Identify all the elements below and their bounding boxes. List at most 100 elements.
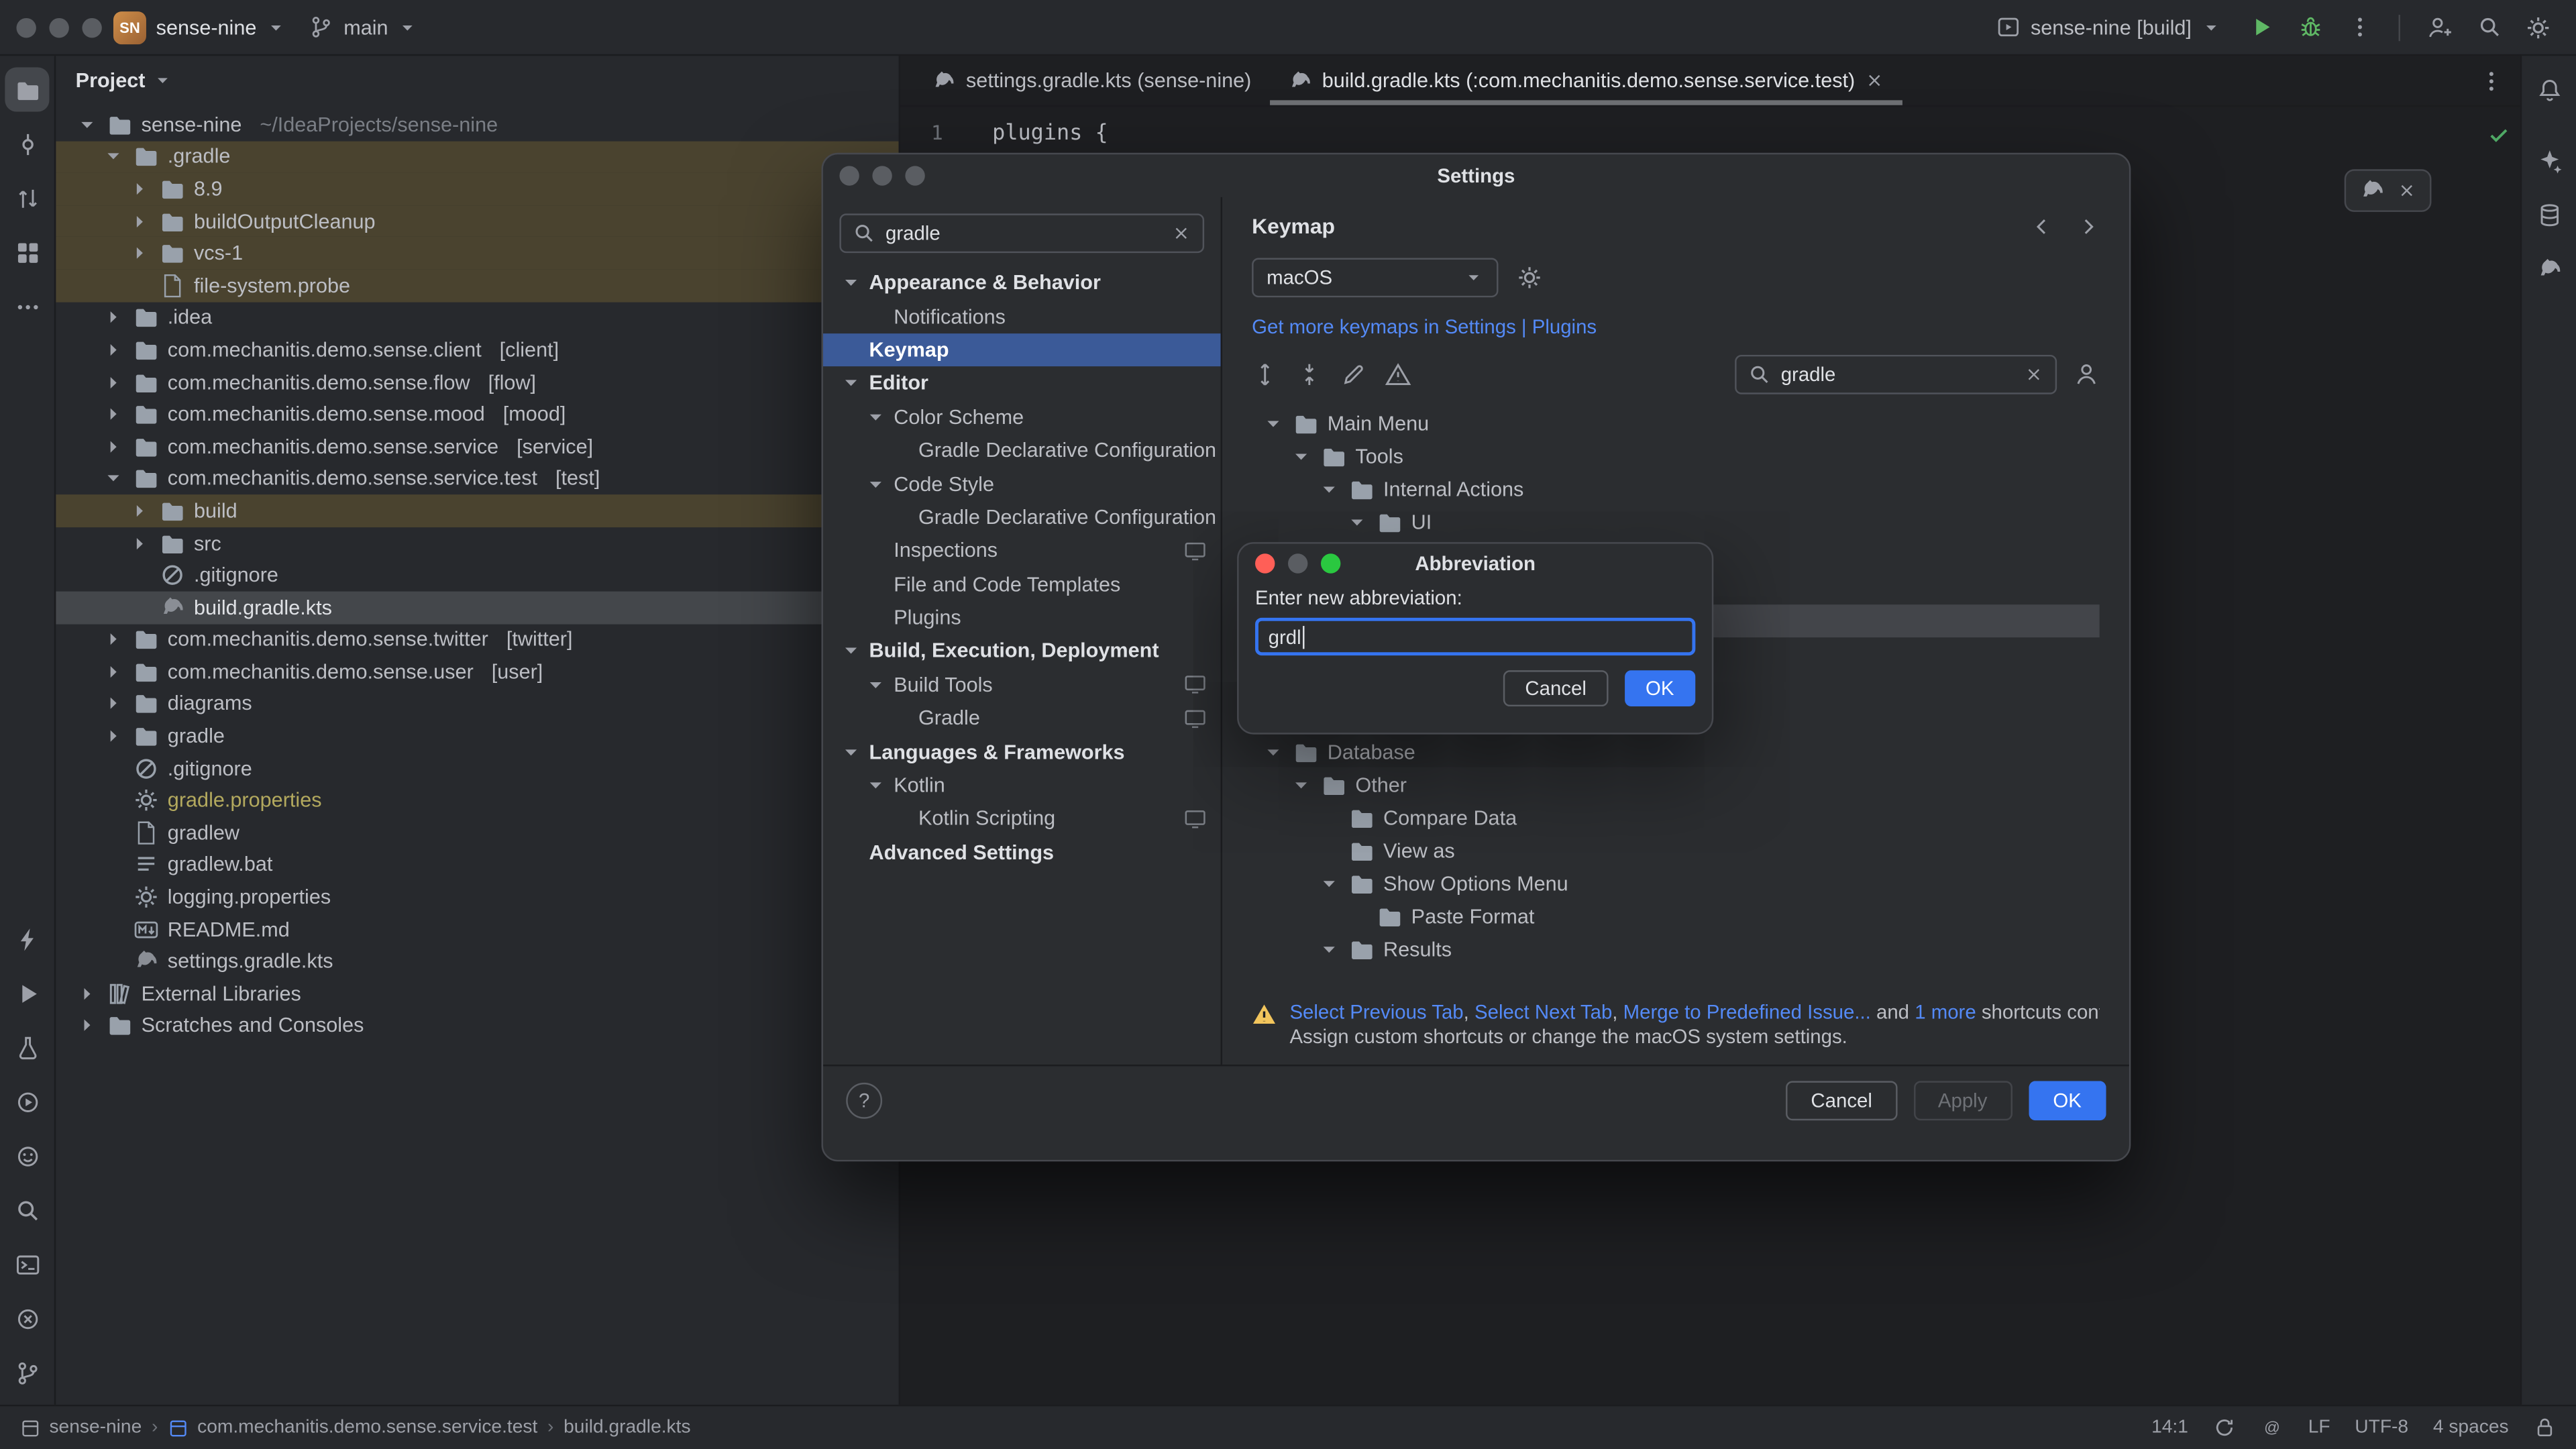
chevron-down-icon[interactable] (864, 472, 887, 495)
settings-button[interactable] (2517, 6, 2560, 49)
settings-nav-item[interactable]: Gradle Declarative Configuration (823, 500, 1221, 534)
keymap-tree-row[interactable]: Paste Format (1252, 900, 2100, 933)
project-tree-row[interactable]: build.gradle.kts (56, 591, 898, 623)
toolwindow-structure-button[interactable] (5, 230, 49, 274)
conflict-link[interactable]: 1 more (1915, 1000, 1976, 1023)
abbreviation-input[interactable]: grdl (1255, 618, 1695, 655)
keymap-scheme-select[interactable]: macOS (1252, 258, 1498, 297)
keymap-tree-row[interactable]: Database (1252, 736, 2100, 769)
toolwindow-version-control-button[interactable] (5, 1350, 49, 1395)
chevron-right-icon[interactable] (102, 402, 125, 425)
toolwindow-gradle-tool-button[interactable] (2527, 246, 2571, 290)
project-tree-row[interactable]: diagrams (56, 688, 898, 720)
project-tree-row[interactable]: logging.properties (56, 881, 898, 913)
chevron-right-icon[interactable] (102, 306, 125, 329)
settings-cancel-button[interactable]: Cancel (1786, 1081, 1897, 1120)
chevron-down-icon[interactable] (1289, 445, 1312, 468)
project-tree-row[interactable]: .idea (56, 302, 898, 334)
project-tree-row[interactable]: com.mechanitis.demo.sense.service.test[t… (56, 462, 898, 494)
dialog-zoom-button[interactable] (905, 166, 924, 185)
caret-position-widget[interactable]: 14:1 (2151, 1417, 2188, 1437)
keymap-tree-row[interactable]: Internal Actions (1252, 473, 2100, 506)
dialog-close-button[interactable] (839, 166, 859, 185)
toolwindow-problems-button[interactable] (5, 1296, 49, 1340)
chevron-down-icon[interactable] (1318, 938, 1340, 961)
toolwindow-pull-requests-button[interactable] (5, 176, 49, 220)
settings-nav-item[interactable]: Gradle (823, 702, 1221, 735)
toolwindow-run-button[interactable] (5, 971, 49, 1015)
get-more-keymaps-link[interactable]: Get more keymaps in Settings | Plugins (1252, 315, 2100, 338)
chevron-down-icon[interactable] (839, 372, 862, 394)
gradle-sync-widget[interactable] (2345, 169, 2432, 212)
keymap-tree-row[interactable]: UI (1252, 506, 2100, 539)
run-button[interactable] (2239, 6, 2282, 49)
chevron-down-icon[interactable] (102, 467, 125, 490)
project-panel-header[interactable]: Project (56, 56, 898, 105)
editor-tab[interactable]: build.gradle.kts (:com.mechanitis.demo.s… (1269, 56, 1902, 105)
project-tree-row[interactable]: gradle (56, 720, 898, 752)
chevron-down-icon[interactable] (102, 145, 125, 168)
project-tree-row[interactable]: .gitignore (56, 559, 898, 591)
back-icon[interactable] (2031, 215, 2053, 237)
chevron-right-icon[interactable] (102, 338, 125, 361)
toolwindow-terminal-button[interactable] (5, 1242, 49, 1286)
window-close-button[interactable] (16, 17, 36, 37)
encoding-widget[interactable]: UTF-8 (2355, 1417, 2408, 1437)
clear-search-icon[interactable] (2024, 365, 2043, 384)
project-tree-row[interactable]: vcs-1 (56, 237, 898, 270)
project-tree-row[interactable]: External Libraries (56, 977, 898, 1010)
chevron-down-icon[interactable] (1289, 773, 1312, 796)
chevron-right-icon[interactable] (128, 209, 151, 232)
project-tree-row[interactable]: com.mechanitis.demo.sense.mood[mood] (56, 398, 898, 430)
project-tree-row[interactable]: com.mechanitis.demo.sense.service[servic… (56, 430, 898, 462)
inspections-ok-icon[interactable] (2487, 123, 2510, 146)
sync-status-icon[interactable] (2213, 1416, 2236, 1439)
project-tree-row[interactable]: gradlew.bat (56, 849, 898, 881)
more-actions-button[interactable] (2338, 6, 2381, 49)
chevron-down-icon[interactable] (1262, 413, 1285, 435)
keymap-tree-row[interactable]: Compare Data (1252, 802, 2100, 835)
chevron-right-icon[interactable] (102, 724, 125, 747)
toolwindow-commit-button[interactable] (5, 121, 49, 166)
settings-ok-button[interactable]: OK (2029, 1081, 2106, 1120)
toolwindow-project-button[interactable] (5, 67, 49, 111)
search-everywhere-button[interactable] (2467, 6, 2510, 49)
dialog-minimize-button[interactable] (872, 166, 892, 185)
keymap-tree-row[interactable]: Main Menu (1252, 407, 2100, 440)
chevron-right-icon[interactable] (76, 982, 99, 1005)
chevron-right-icon[interactable] (128, 241, 151, 264)
toolwindow-database-button[interactable] (2527, 193, 2571, 237)
dialog-close-button[interactable] (1255, 553, 1275, 572)
project-tree-row[interactable]: 8.9 (56, 173, 898, 205)
debug-button[interactable] (2288, 6, 2331, 49)
toolwindow-ai-assistant-button[interactable] (2527, 138, 2571, 182)
window-zoom-button[interactable] (82, 17, 101, 37)
project-tree-row[interactable]: README.md (56, 913, 898, 945)
toolwindow-assistant-button[interactable] (5, 1134, 49, 1178)
breadcrumb-item[interactable]: build.gradle.kts (564, 1417, 690, 1437)
chevron-down-icon[interactable] (1318, 872, 1340, 895)
code-with-me-button[interactable] (2418, 6, 2461, 49)
help-button[interactable]: ? (846, 1083, 882, 1119)
project-tree-row[interactable]: build (56, 494, 898, 527)
project-tree-row[interactable]: file-system.probe (56, 270, 898, 302)
chevron-down-icon[interactable] (864, 774, 887, 797)
chevron-down-icon[interactable] (1346, 511, 1368, 534)
conflicts-icon[interactable] (1385, 362, 1411, 388)
settings-nav-item[interactable]: Build, Execution, Deployment (823, 635, 1221, 668)
forward-icon[interactable] (2077, 215, 2100, 237)
breadcrumb-item[interactable]: com.mechanitis.demo.sense.service.test (168, 1417, 537, 1438)
chevron-down-icon[interactable] (839, 640, 862, 663)
settings-nav-item[interactable]: Gradle Declarative Configuration (823, 433, 1221, 467)
window-minimize-button[interactable] (49, 17, 68, 37)
settings-nav-item[interactable]: Plugins (823, 601, 1221, 635)
project-tree-row[interactable]: .gradle (56, 141, 898, 173)
toolwindow-notifications-button[interactable] (2527, 67, 2571, 111)
toolwindow-tests-button[interactable] (5, 1025, 49, 1069)
chevron-down-icon[interactable] (76, 113, 99, 136)
at-status-icon[interactable]: @ (2261, 1416, 2284, 1439)
keymap-tree-row[interactable]: Tools (1252, 440, 2100, 473)
indent-widget[interactable]: 4 spaces (2433, 1417, 2509, 1437)
chevron-down-icon[interactable] (839, 741, 862, 763)
settings-apply-button[interactable]: Apply (1913, 1081, 2012, 1120)
